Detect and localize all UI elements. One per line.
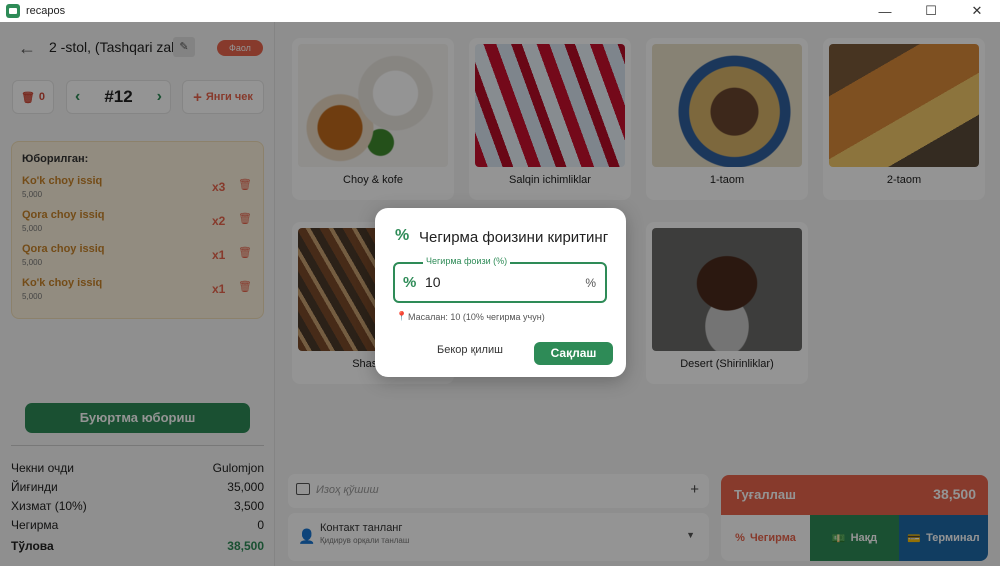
close-button[interactable]: ✕ [954, 0, 1000, 22]
title-bar: recapos — ☐ ✕ [0, 0, 1000, 22]
dialog-hint: Масалан: 10 (10% чегирма учун) [408, 312, 545, 322]
discount-dialog: % Чегирма фоизини киритинг Чегирма фоизи… [375, 208, 626, 377]
cancel-button[interactable]: Бекор қилиш [437, 344, 503, 356]
window-controls: — ☐ ✕ [862, 0, 1000, 22]
location-pin-icon: 📍 [396, 311, 408, 321]
app-title: recapos [26, 5, 66, 17]
save-button[interactable]: Сақлаш [534, 342, 613, 365]
percent-suffix: % [585, 276, 596, 290]
percent-icon: % [403, 274, 417, 291]
field-label: Чегирма фоизи (%) [423, 256, 511, 266]
dialog-title: Чегирма фоизини киритинг [419, 229, 609, 246]
minimize-button[interactable]: — [862, 0, 908, 22]
percent-icon: % [395, 227, 410, 244]
discount-percent-field: Чегирма фоизи (%) % % [393, 256, 607, 303]
maximize-button[interactable]: ☐ [908, 0, 954, 22]
discount-percent-input[interactable] [425, 274, 575, 290]
app-icon [6, 4, 20, 18]
